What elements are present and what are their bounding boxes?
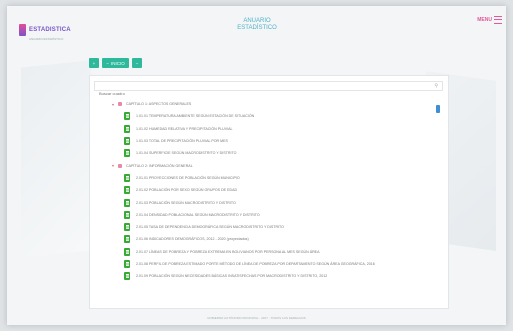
folder-icon: [118, 102, 122, 107]
logo-text-block: ESTADISTICA ANUARIO ESTADÍSTICO: [29, 18, 71, 41]
tree-item-label: 2.01.05 TASA DE DEPENDENCIA DEMOGRÁFICA …: [136, 225, 284, 230]
tree-item[interactable]: 2.01.04 DENSIDAD POBLACIONAL SEGÚN MACRO…: [90, 209, 435, 221]
app-window: ESTADISTICA ANUARIO ESTADÍSTICO ANUARIO …: [7, 6, 506, 325]
tree-item-label: 1.01.04 SUPERFICIE SEGÚN MACRODISTRITO Y…: [136, 151, 237, 156]
tree-item[interactable]: 1.01.02 HUMEDAD RELATIVA Y PRECIPITACIÓN…: [90, 123, 435, 135]
logo[interactable]: ESTADISTICA ANUARIO ESTADÍSTICO: [19, 18, 71, 41]
tree-item-label: CAPÍTULO 1: ASPECTOS GENERALES: [126, 102, 192, 107]
home-button[interactable]: − INICIO: [102, 58, 129, 68]
logo-mark-icon: [19, 23, 26, 36]
menu-label: MENU: [477, 17, 492, 23]
folder-icon: [118, 163, 122, 168]
tree-item[interactable]: 1.01.03 TOTAL DE PRECIPITACIÓN PLUVIAL P…: [90, 135, 435, 147]
tree-item-label: 2.01.09 POBLACIÓN SEGÚN NECESIDADES BÁSI…: [136, 274, 328, 279]
logo-text: ESTADISTICA: [29, 27, 71, 33]
tree-item-label: 2.01.01 PROYECCIONES DE POBLACIÓN SEGÚN …: [136, 175, 240, 180]
spreadsheet-file-icon: [124, 198, 130, 207]
home-button-label: INICIO: [110, 60, 125, 66]
tree-item-label: 1.01.01 TEMPERATURA AMBIENTE SEGÚN ESTAC…: [136, 114, 255, 119]
expand-arrow-icon[interactable]: ▾: [111, 102, 115, 107]
search-box: ⚲: [94, 81, 443, 98]
header: ESTADISTICA ANUARIO ESTADÍSTICO ANUARIO …: [7, 6, 506, 50]
search-icon[interactable]: ⚲: [434, 83, 438, 89]
footer-text: GOBIERNO AUTÓNOMO MUNICIPAL · 2017 · TOD…: [207, 316, 306, 320]
tree-item-label: 2.01.02 POBLACIÓN POR SEXO SEGÚN GRUPOS …: [136, 188, 238, 193]
tree-chapter[interactable]: ▾ CAPÍTULO 1: ASPECTOS GENERALES: [90, 98, 435, 110]
tree-item[interactable]: 2.01.07 LÍNEAS DE POBREZA Y POBREZA EXTR…: [90, 246, 435, 258]
background-decoration-left: [21, 60, 91, 258]
tree-chapter[interactable]: ▾ CAPÍTULO 2: INFORMACIÓN GENERAL: [90, 159, 435, 171]
spreadsheet-file-icon: [124, 124, 130, 133]
collapse-all-button[interactable]: −: [132, 58, 142, 68]
tree-item-label: 1.01.02 HUMEDAD RELATIVA Y PRECIPITACIÓN…: [136, 126, 233, 131]
tree-item[interactable]: 2.01.09 POBLACIÓN SEGÚN NECESIDADES BÁSI…: [90, 270, 435, 282]
spreadsheet-file-icon: [124, 210, 130, 219]
tree-item-label: 2.01.03 POBLACIÓN SEGÚN MACRODISTRITO Y …: [136, 200, 236, 205]
tree-list: ▾ CAPÍTULO 1: ASPECTOS GENERALES 1.01.01 T…: [90, 98, 435, 282]
tree-panel: ⚲ ▾ CAPÍTULO 1: ASPECTOS GENERALES 1.01.01…: [89, 75, 449, 309]
spreadsheet-file-icon: [124, 260, 130, 268]
spreadsheet-file-icon: [124, 173, 130, 182]
spreadsheet-file-icon: [124, 149, 130, 158]
logo-subtext: ANUARIO ESTADÍSTICO: [29, 37, 64, 41]
expand-all-button[interactable]: +: [89, 58, 99, 68]
page-title: ANUARIO ESTADÍSTICO: [207, 18, 307, 32]
tree-item[interactable]: 1.01.04 SUPERFICIE SEGÚN MACRODISTRITO Y…: [90, 147, 435, 159]
spreadsheet-file-icon: [124, 186, 130, 195]
tree-item-label: 2.01.06 INDICADORES DEMOGRÁFICOS, 2012 -…: [136, 237, 249, 242]
tree-item[interactable]: 2.01.05 TASA DE DEPENDENCIA DEMOGRÁFICA …: [90, 221, 435, 233]
page-title-line2: ESTADÍSTICO: [237, 25, 277, 31]
expand-arrow-icon[interactable]: ▾: [111, 163, 115, 168]
spreadsheet-file-icon: [124, 235, 130, 244]
menu-button[interactable]: MENU: [477, 16, 502, 24]
tree-item-label: CAPÍTULO 2: INFORMACIÓN GENERAL: [126, 163, 193, 168]
spreadsheet-file-icon: [124, 272, 130, 281]
spreadsheet-file-icon: [124, 247, 130, 256]
spreadsheet-file-icon: [124, 223, 130, 232]
tree-item-label: 2.01.07 LÍNEAS DE POBREZA Y POBREZA EXTR…: [136, 249, 320, 254]
tree-item-label: 1.01.03 TOTAL DE PRECIPITACIÓN PLUVIAL P…: [136, 139, 228, 144]
spreadsheet-file-icon: [124, 112, 130, 121]
tree-item[interactable]: 2.01.08 PERFIL DE POBREZA ESTIMADO PORTE…: [90, 258, 435, 270]
spreadsheet-file-icon: [124, 137, 130, 146]
search-input[interactable]: [95, 89, 429, 98]
page-title-line1: ANUARIO: [243, 18, 271, 24]
tree-item[interactable]: 2.01.02 POBLACIÓN POR SEXO SEGÚN GRUPOS …: [90, 184, 435, 196]
tree-toolbar: + − INICIO −: [89, 58, 142, 68]
tree-item-label: 2.01.04 DENSIDAD POBLACIONAL SEGÚN MACRO…: [136, 212, 260, 217]
tree-item[interactable]: 2.01.06 INDICADORES DEMOGRÁFICOS, 2012 -…: [90, 233, 435, 245]
scrollbar-thumb[interactable]: [436, 105, 440, 113]
tree-item[interactable]: 2.01.01 PROYECCIONES DE POBLACIÓN SEGÚN …: [90, 172, 435, 184]
tree-item-label: 2.01.08 PERFIL DE POBREZA ESTIMADO PORTE…: [136, 262, 375, 266]
tree-item[interactable]: 1.01.01 TEMPERATURA AMBIENTE SEGÚN ESTAC…: [90, 110, 435, 122]
hamburger-icon: [494, 16, 502, 24]
collapse-icon: −: [106, 60, 109, 66]
tree-item[interactable]: 2.01.03 POBLACIÓN SEGÚN MACRODISTRITO Y …: [90, 196, 435, 208]
